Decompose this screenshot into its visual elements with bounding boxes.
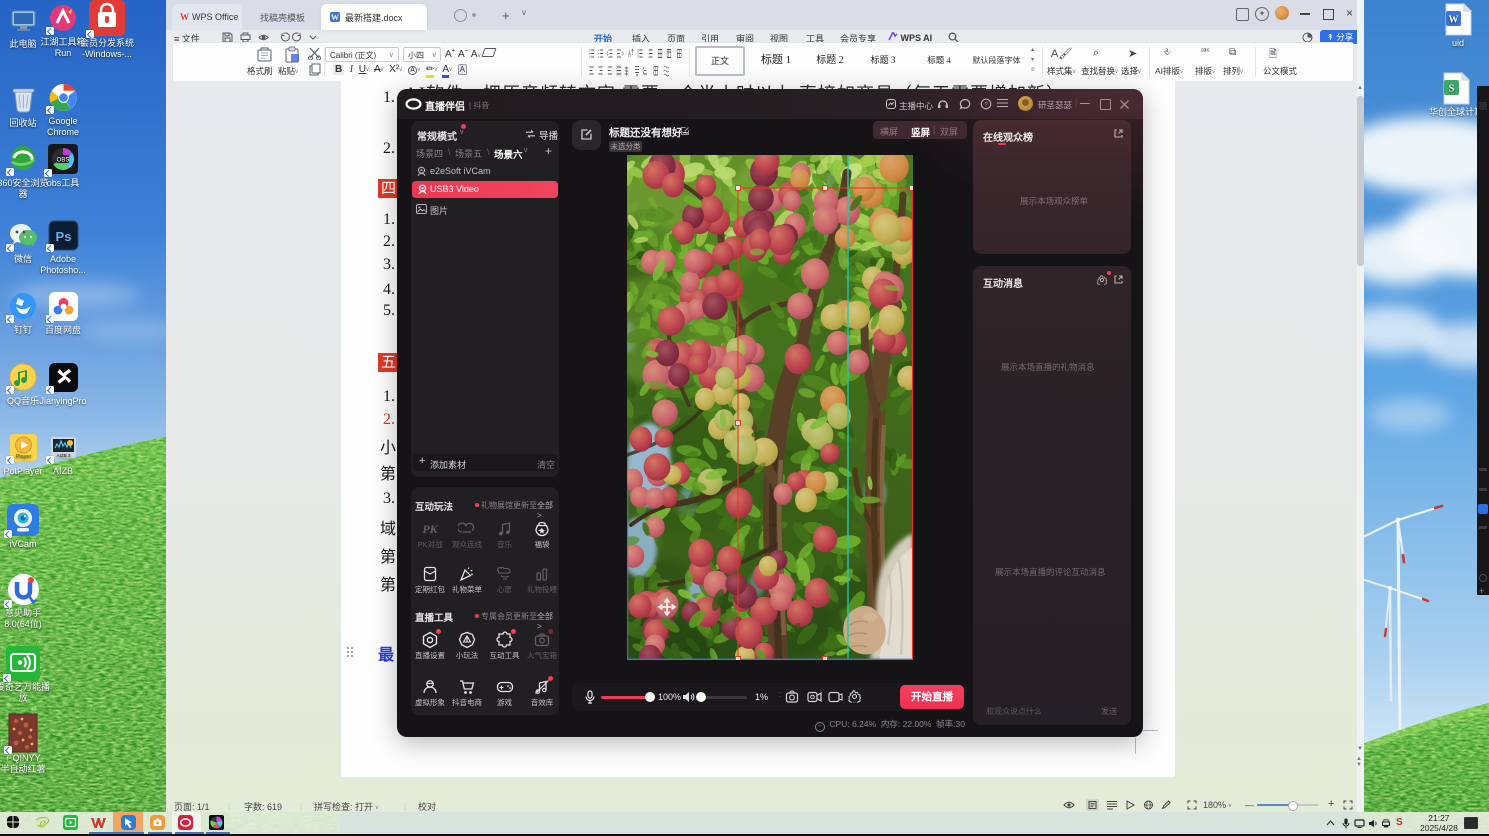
svg-text:S: S — [1449, 84, 1455, 95]
svg-text:AIZB 3: AIZB 3 — [56, 453, 70, 458]
svg-text:Ps: Ps — [55, 229, 71, 244]
svg-text:A: A — [628, 50, 631, 59]
svg-text:Player: Player — [15, 454, 31, 460]
svg-text:W: W — [331, 13, 339, 22]
svg-text:W: W — [1449, 15, 1459, 26]
svg-text:OBS: OBS — [57, 158, 70, 164]
